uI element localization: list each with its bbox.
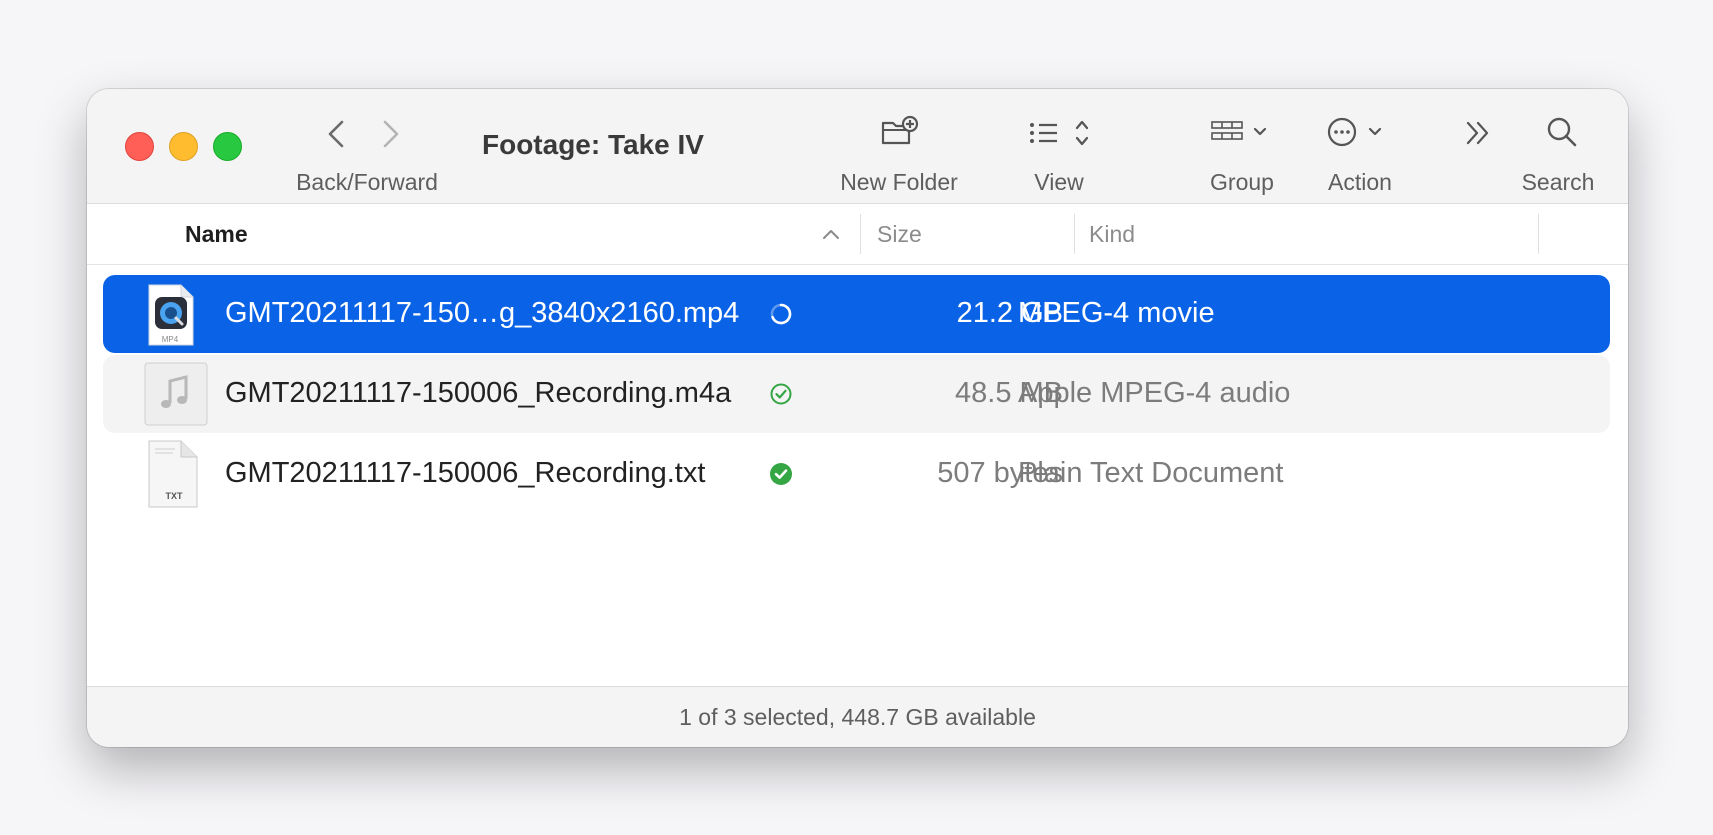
zoom-button[interactable] (213, 132, 242, 161)
new-folder-label: New Folder (840, 169, 958, 195)
action-ellipsis-icon[interactable] (1325, 115, 1391, 149)
file-row-txt[interactable]: TXT GMT20211117-150006_Recording.txt 507… (103, 435, 1610, 513)
new-folder-icon[interactable] (879, 115, 921, 149)
search-label: Search (1521, 169, 1595, 195)
file-name: GMT20211117-150006_Recording.m4a (225, 377, 732, 409)
close-button[interactable] (125, 132, 154, 161)
file-kind: Plain Text Document (1018, 457, 1284, 489)
search-icon[interactable] (1545, 115, 1579, 149)
forward-chevron-icon[interactable] (377, 117, 405, 151)
column-divider[interactable] (1538, 214, 1539, 254)
column-divider[interactable] (1074, 214, 1075, 254)
column-header-size[interactable]: Size (877, 221, 922, 248)
finder-window: Back/Forward Footage: Take IV New Folder… (87, 89, 1628, 747)
view-label: View (1034, 169, 1084, 195)
back-forward-label: Back/Forward (296, 169, 438, 195)
file-row-m4a[interactable]: GMT20211117-150006_Recording.m4a 48.5 MB… (103, 355, 1610, 433)
file-kind: Apple MPEG-4 audio (1018, 377, 1291, 409)
group-icon[interactable] (1210, 117, 1270, 149)
column-header-kind[interactable]: Kind (1089, 221, 1135, 248)
window-title: Footage: Take IV (482, 129, 704, 160)
sync-progress-icon (770, 303, 792, 325)
mp4-file-icon-label: MP4 (161, 335, 179, 344)
sort-ascending-icon[interactable] (820, 224, 842, 244)
minimize-button[interactable] (169, 132, 198, 161)
file-kind: MPEG-4 movie (1018, 297, 1215, 329)
file-name: GMT20211117-150…g_3840x2160.mp4 (225, 297, 740, 329)
status-bar: 1 of 3 selected, 448.7 GB available (87, 686, 1628, 747)
synced-check-filled-icon (770, 463, 792, 485)
status-bar-text: 1 of 3 selected, 448.7 GB available (679, 704, 1036, 730)
column-header: Name Size Kind (87, 204, 1628, 265)
column-divider[interactable] (860, 214, 861, 254)
text-file-icon-label: TXT (165, 491, 183, 501)
synced-check-outline-icon (770, 383, 792, 405)
column-header-name[interactable]: Name (185, 221, 248, 248)
back-chevron-icon[interactable] (322, 117, 350, 151)
audio-file-icon (144, 362, 208, 426)
list-view-icon[interactable] (1027, 117, 1099, 149)
action-label: Action (1328, 169, 1392, 195)
file-row-mp4[interactable]: MP4 GMT20211117-150…g_3840x2160.mp4 21.2… (103, 275, 1610, 353)
more-toolbar-items-icon[interactable] (1462, 117, 1496, 149)
file-name: GMT20211117-150006_Recording.txt (225, 457, 706, 489)
group-label: Group (1210, 169, 1274, 195)
toolbar: Back/Forward Footage: Take IV New Folder… (87, 89, 1628, 204)
